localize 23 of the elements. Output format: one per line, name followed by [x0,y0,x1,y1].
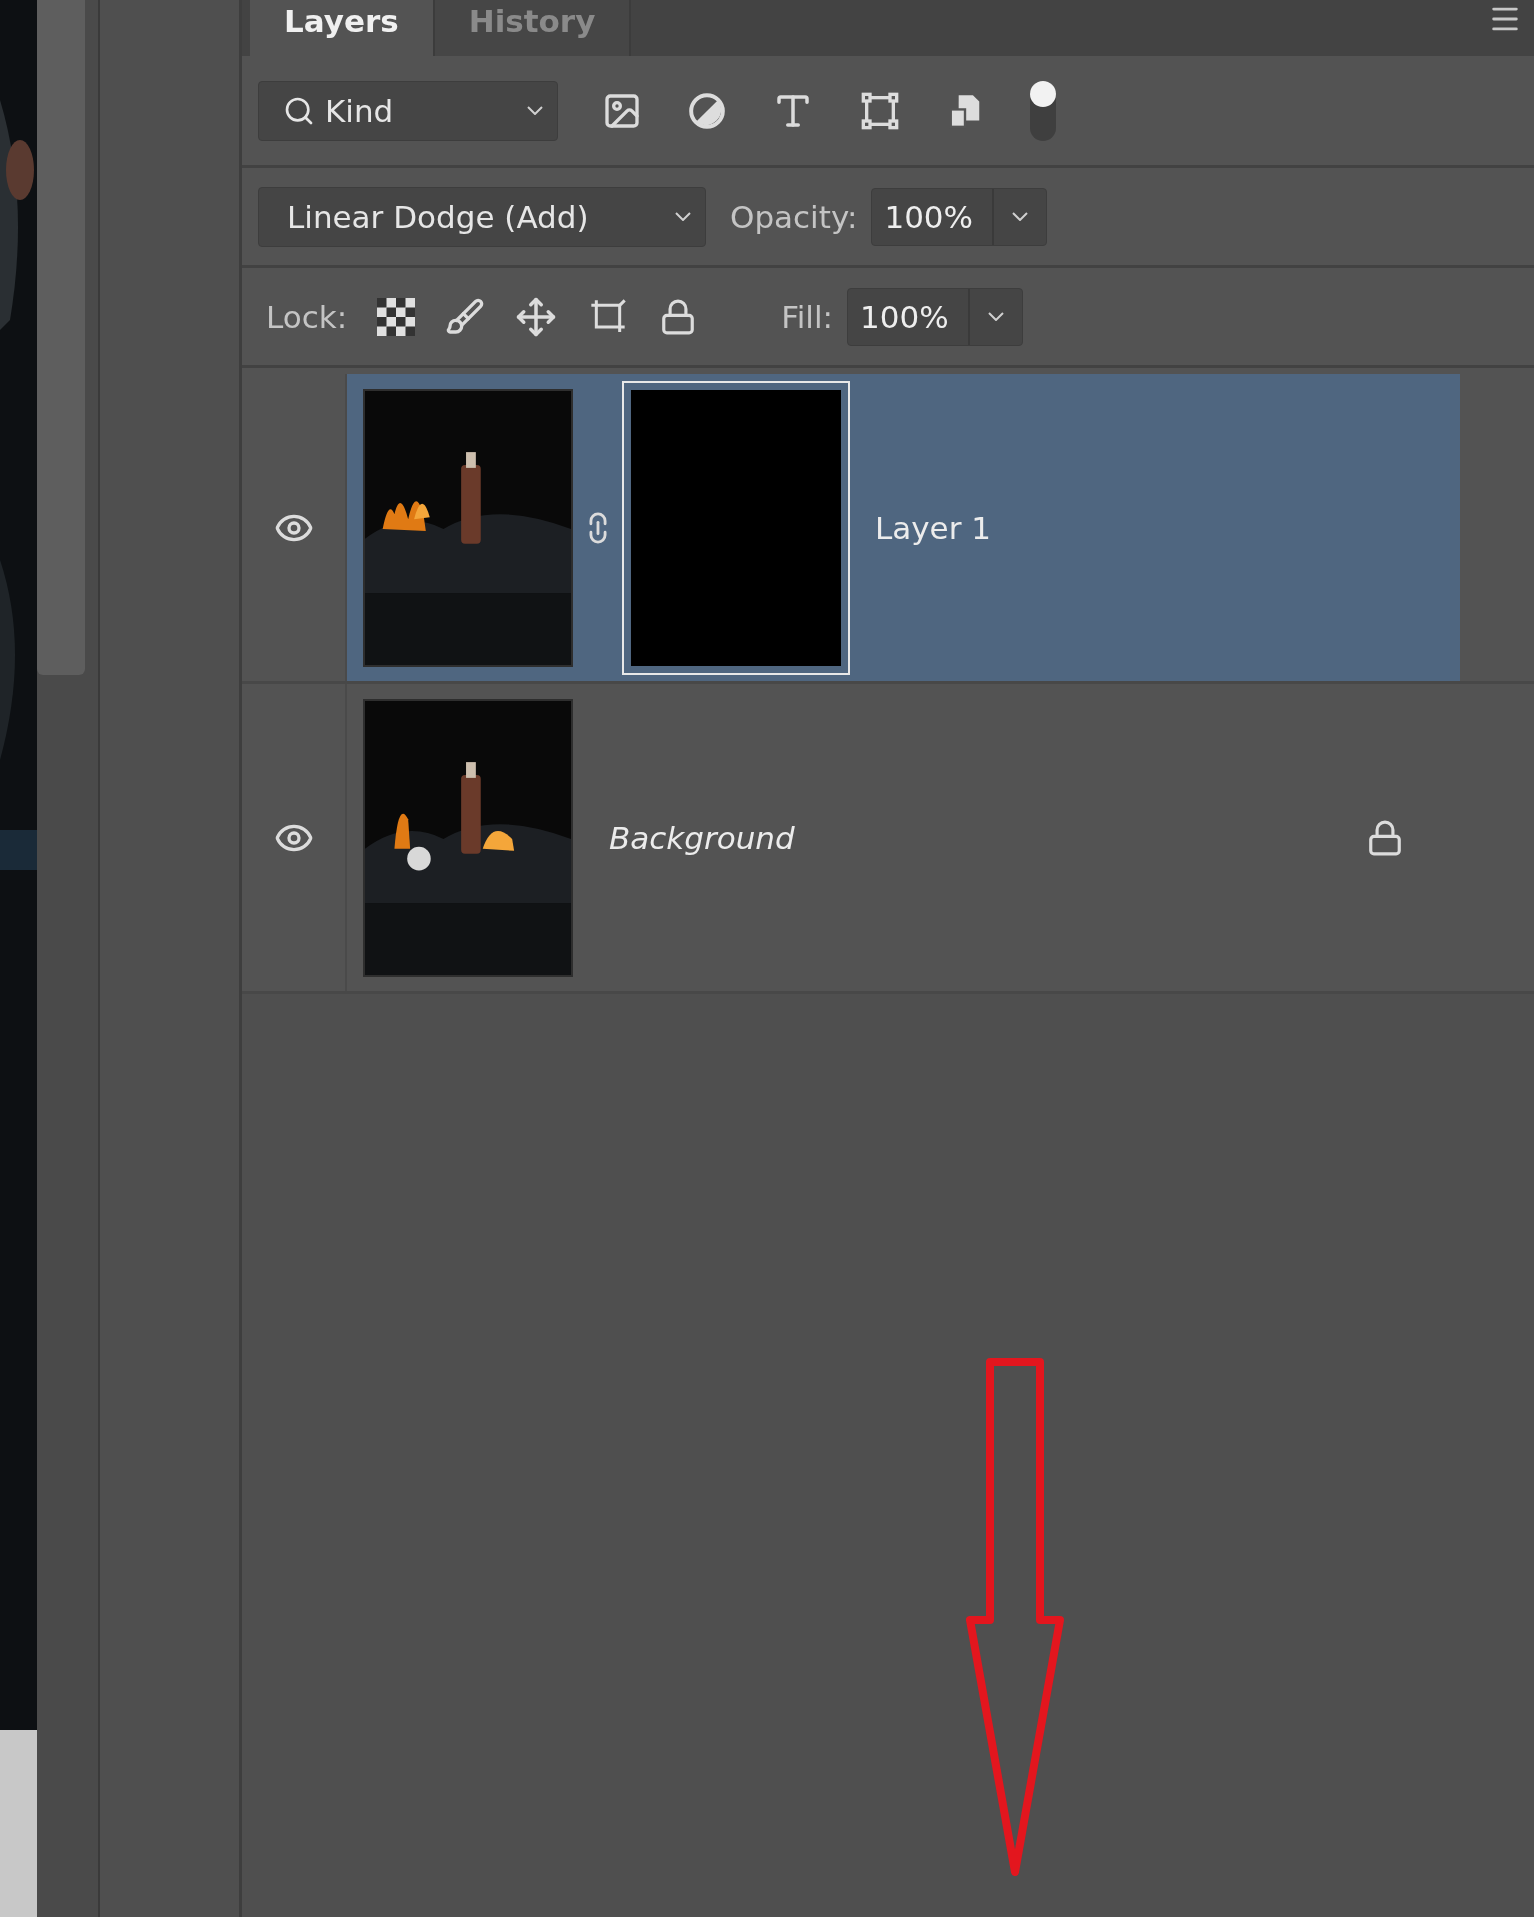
checkerboard-icon[interactable] [377,297,416,336]
half-circle-icon[interactable] [688,91,726,130]
caret-icon [675,212,691,221]
layer-row[interactable]: Layer 1 [347,374,1460,681]
layer-name: Layer 1 [875,509,992,546]
panel-tab[interactable]: Layers [250,0,435,56]
caret-icon [527,106,543,115]
opacity-label: Opacity: [730,198,858,235]
move-icon[interactable] [515,295,558,338]
fill-label: Fill: [781,298,833,335]
transform-icon[interactable] [860,90,900,131]
opacity-field[interactable]: 100% [871,187,1048,246]
caret-icon [1012,212,1029,221]
filter-dropdown[interactable]: Kind [258,80,558,141]
fill-field[interactable]: 100% [847,287,1023,346]
blend-mode-dropdown[interactable]: Linear Dodge (Add) [258,186,706,247]
filter-toggle[interactable] [1030,80,1056,141]
layer-mask-thumbnail[interactable] [623,381,849,674]
brush-icon[interactable] [445,296,486,337]
layer-name: Background [609,819,796,856]
caret-icon [988,312,1004,321]
scrollbar-thumb[interactable] [37,0,85,675]
lock-label: Lock: [266,298,348,335]
